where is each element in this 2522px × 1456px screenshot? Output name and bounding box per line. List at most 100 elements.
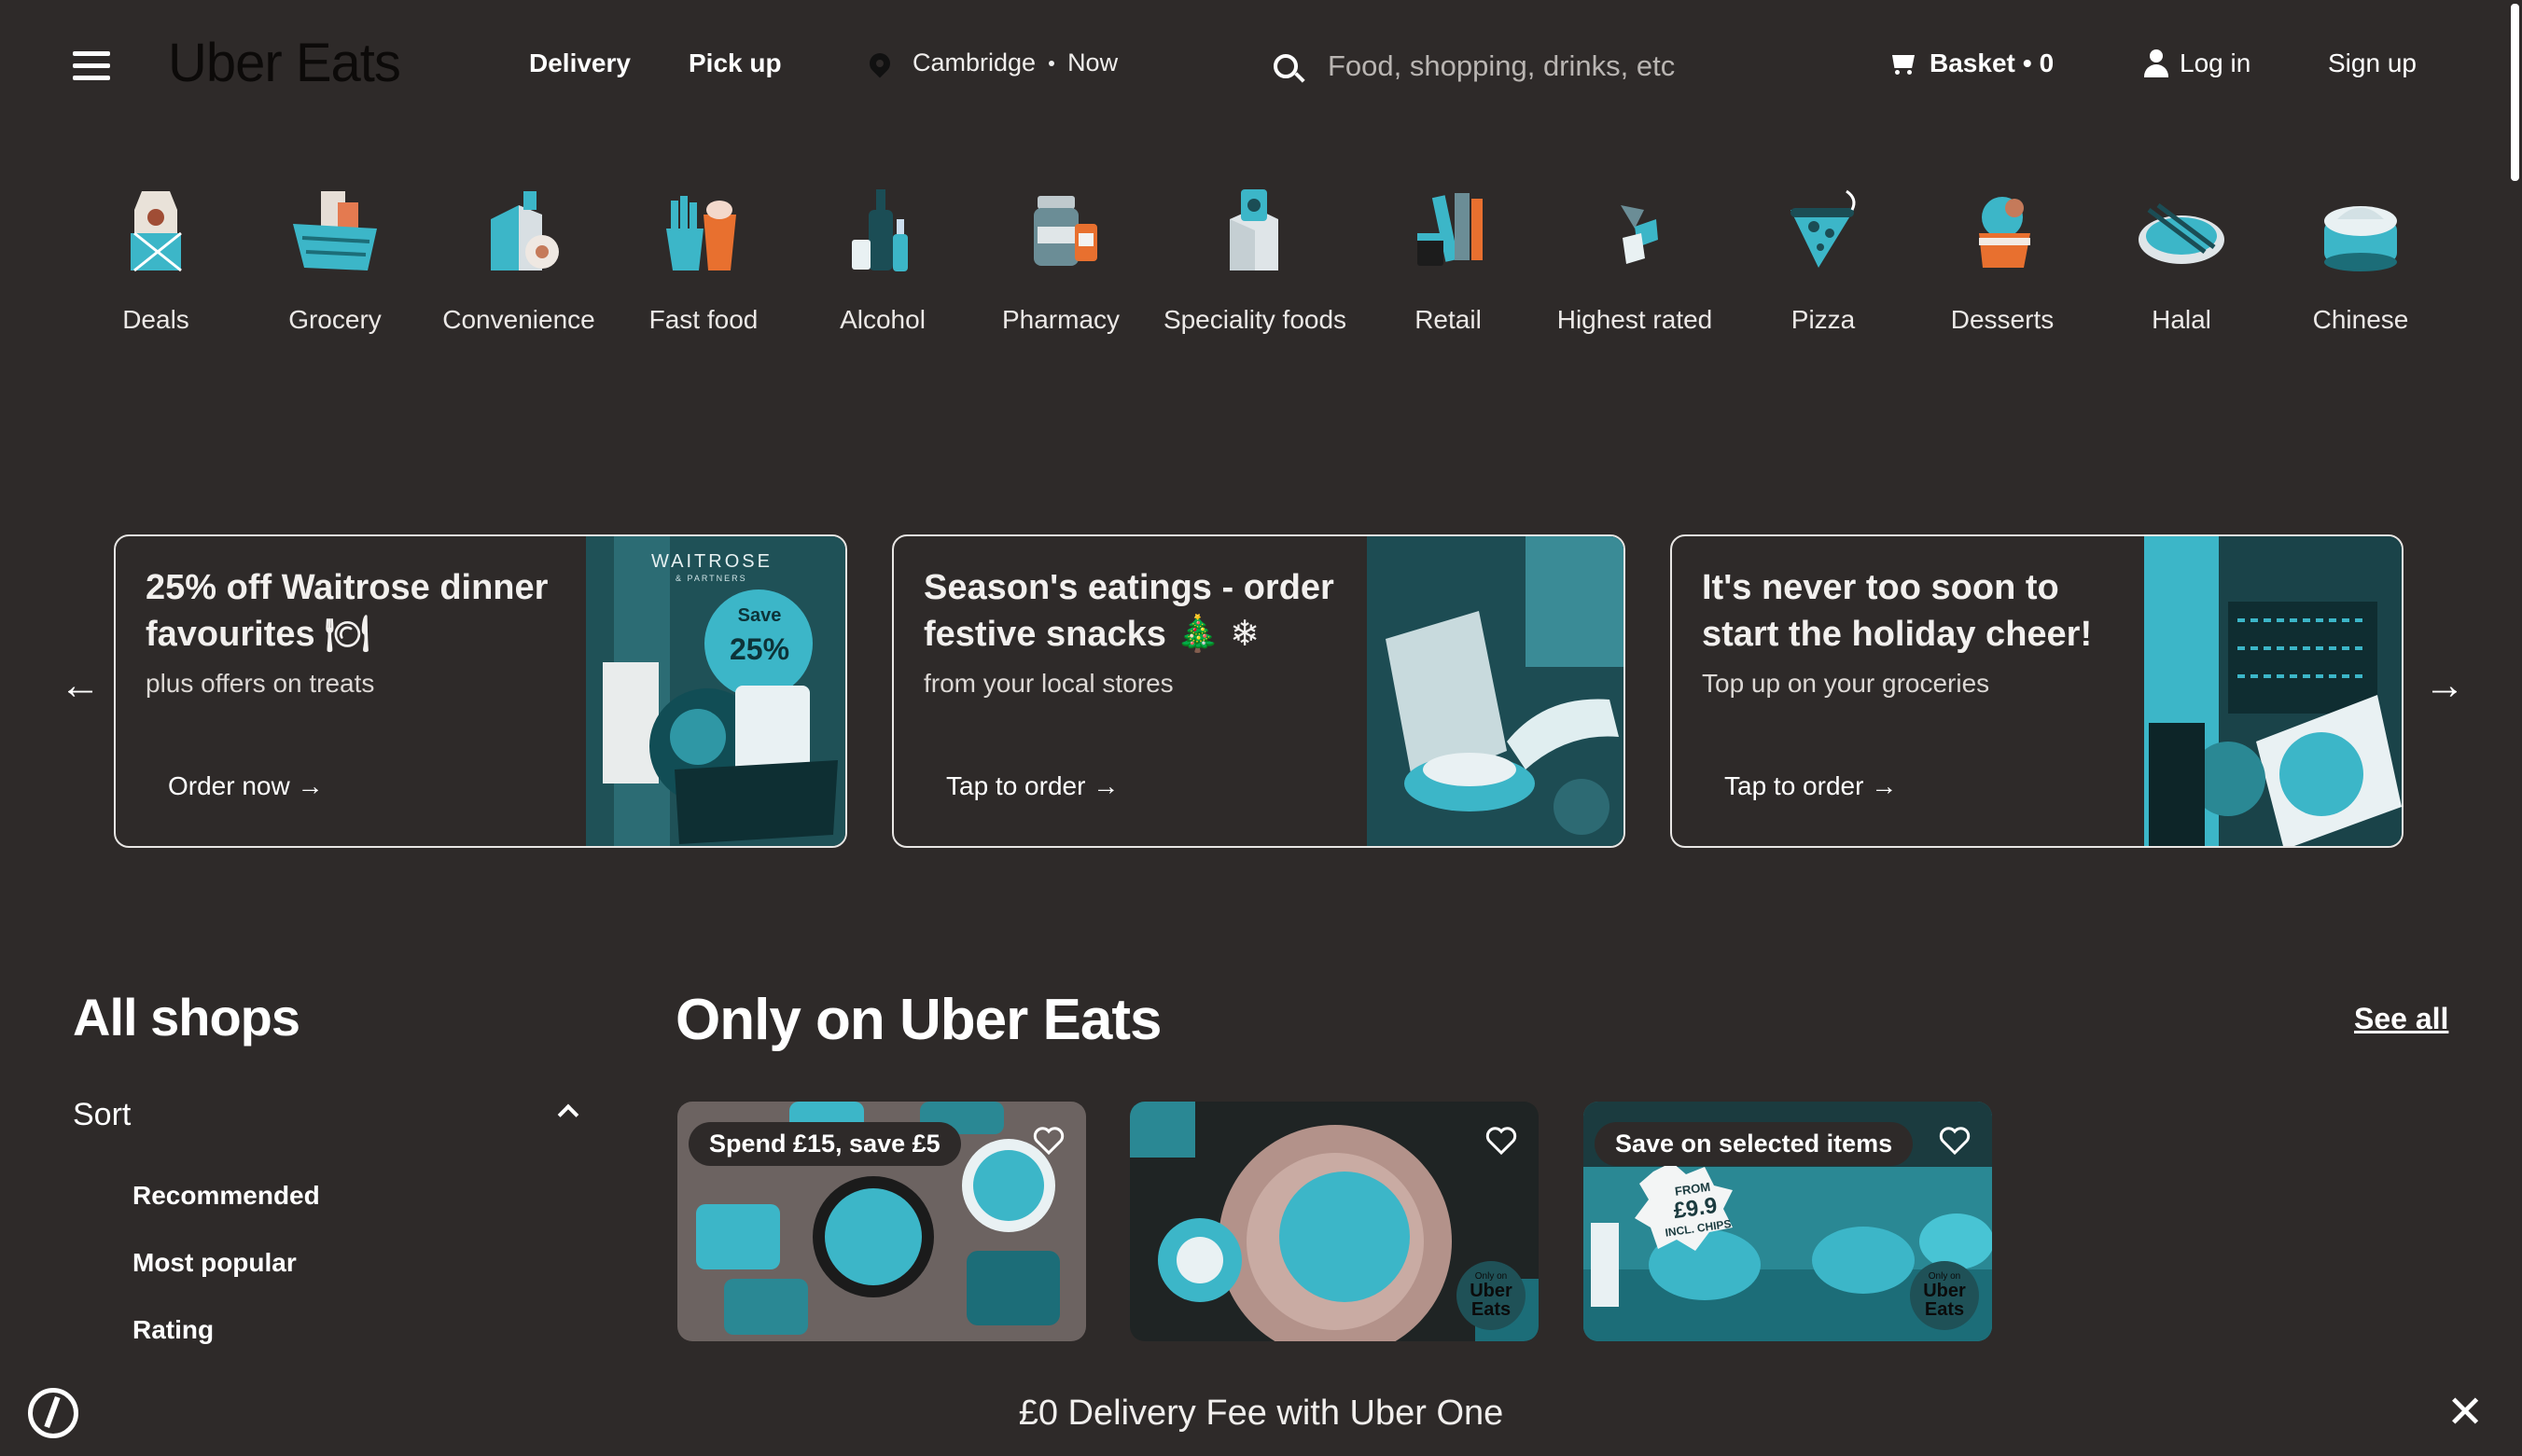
convenience-icon — [467, 182, 570, 284]
store-tile[interactable]: Only on Uber Eats — [1130, 1102, 1539, 1341]
chevron-up-icon[interactable] — [557, 1103, 579, 1126]
location-pin-icon — [865, 48, 895, 78]
uber-eats-page: Uber Eats Delivery Pick up Cambridge Now… — [0, 0, 2522, 1456]
waitrose-promo-image: WAITROSE & PARTNERS Save 25% — [586, 536, 845, 846]
log-in-label: Log in — [2180, 49, 2251, 77]
category-label: Speciality foods — [1163, 305, 1347, 334]
grocery-basket-icon — [284, 182, 386, 284]
user-icon — [2144, 49, 2168, 77]
category-speciality-foods[interactable]: Speciality foods — [1162, 182, 1348, 335]
promo-card-subtitle: plus offers on treats — [146, 669, 375, 698]
close-icon[interactable]: ✕ — [2446, 1386, 2484, 1438]
basket-separator: • — [2022, 49, 2032, 77]
halal-icon — [2130, 182, 2233, 284]
promo-card-festive-snacks[interactable]: Season's eatings - order festive snacks … — [892, 534, 1625, 848]
carousel-next-arrow-icon[interactable]: → — [2424, 662, 2465, 709]
category-desserts[interactable]: Desserts — [1909, 182, 2096, 335]
search-input[interactable] — [1328, 49, 1832, 83]
category-label: Pizza — [1790, 305, 1856, 334]
category-label: Pharmacy — [1001, 305, 1121, 334]
hamburger-menu-icon[interactable] — [73, 51, 110, 81]
store-tile[interactable]: FROM £9.9 INCL. CHIPS Save on selected i… — [1583, 1102, 1992, 1341]
only-on-uber-eats-badge: Only on Uber Eats — [1456, 1261, 1526, 1330]
only-on-uber-eats-badge: Only on Uber Eats — [1910, 1261, 1979, 1330]
sort-option-rating[interactable]: Rating — [132, 1315, 214, 1345]
category-row: Deals Grocery Convenience Fast food Alco… — [0, 182, 2522, 387]
category-label: Fast food — [648, 305, 759, 334]
category-convenience[interactable]: Convenience — [425, 182, 612, 335]
category-pharmacy[interactable]: Pharmacy — [968, 182, 1154, 335]
all-shops-heading: All shops — [73, 988, 300, 1047]
basket-button[interactable]: Basket • 0 — [1888, 49, 2054, 78]
category-retail[interactable]: Retail — [1355, 182, 1541, 335]
tap-to-order-button[interactable]: Tap to order → — [946, 771, 1119, 801]
promo-pill: Save on selected items — [1595, 1122, 1914, 1166]
store-tile[interactable]: Spend £15, save £5 — [677, 1102, 1086, 1341]
uber-eats-logo[interactable]: Uber Eats — [168, 32, 401, 94]
promo-card-waitrose[interactable]: 25% off Waitrose dinner favourites 🍽 plu… — [114, 534, 847, 848]
search-bar[interactable] — [1274, 37, 1852, 95]
pizza-icon — [1772, 182, 1874, 284]
waitrose-brand-sub: & PARTNERS — [676, 574, 747, 583]
deals-icon — [105, 182, 207, 284]
carousel-prev-arrow-icon[interactable]: ← — [60, 662, 101, 709]
sign-up-button[interactable]: Sign up — [2328, 49, 2417, 78]
category-alcohol[interactable]: Alcohol — [789, 182, 976, 335]
log-in-button[interactable]: Log in — [2144, 49, 2250, 78]
location-selector[interactable]: Cambridge Now — [865, 48, 1118, 78]
category-label: Alcohol — [840, 305, 926, 334]
separator-dot — [1049, 60, 1055, 66]
category-label: Grocery — [288, 305, 382, 334]
pharmacy-icon — [1010, 182, 1112, 284]
section-title: Only on Uber Eats — [676, 988, 1162, 1052]
location-name: Cambridge — [913, 49, 1037, 76]
category-grocery[interactable]: Grocery — [242, 182, 428, 335]
promo-card-title: Season's eatings - order festive snacks … — [924, 568, 1334, 654]
basket-count: 0 — [2039, 49, 2055, 77]
category-label: Retail — [1414, 305, 1482, 334]
save-badge-value: 25% — [729, 632, 790, 666]
chinese-dumplings-icon — [2309, 182, 2412, 284]
waitrose-brand: WAITROSE — [651, 551, 773, 572]
category-label: Convenience — [442, 305, 595, 334]
promo-card-subtitle: from your local stores — [924, 669, 1174, 698]
tab-delivery[interactable]: Delivery — [529, 49, 631, 78]
highest-rated-icon — [1583, 182, 1686, 284]
sort-option-recommended[interactable]: Recommended — [132, 1181, 320, 1211]
cart-icon — [1888, 52, 1916, 75]
favorite-heart-icon[interactable] — [1032, 1124, 1066, 1158]
promo-card-holiday-cheer[interactable]: It's never too soon to start the holiday… — [1670, 534, 2404, 848]
promo-card-title: It's never too soon to start the holiday… — [1702, 568, 2093, 654]
sort-toggle[interactable]: Sort — [73, 1097, 131, 1133]
desserts-icon — [1951, 182, 2054, 284]
promo-card-subtitle: Top up on your groceries — [1702, 669, 1990, 698]
order-now-button[interactable]: Order now → — [168, 771, 324, 801]
tab-pick-up[interactable]: Pick up — [689, 49, 782, 78]
uber-one-banner[interactable]: £0 Delivery Fee with Uber One ✕ — [0, 1371, 2522, 1456]
category-fast-food[interactable]: Fast food — [610, 182, 797, 335]
speciality-foods-icon — [1204, 182, 1306, 284]
category-pizza[interactable]: Pizza — [1730, 182, 1916, 335]
fast-food-icon — [652, 182, 755, 284]
save-badge-label: Save — [737, 605, 782, 626]
category-halal[interactable]: Halal — [2088, 182, 2275, 335]
festive-snacks-image — [1367, 536, 1623, 846]
category-label: Desserts — [1950, 305, 2055, 334]
basket-label: Basket — [1930, 49, 2015, 77]
retail-icon — [1397, 182, 1499, 284]
holiday-groceries-image — [2144, 536, 2402, 846]
category-deals[interactable]: Deals — [63, 182, 249, 335]
search-icon — [1274, 54, 1298, 78]
category-chinese[interactable]: Chinese — [2267, 182, 2454, 335]
see-all-link[interactable]: See all — [2354, 1002, 2448, 1036]
sort-option-most-popular[interactable]: Most popular — [132, 1248, 297, 1278]
badge-text: Uber Eats — [1470, 1281, 1512, 1320]
category-highest-rated[interactable]: Highest rated — [1541, 182, 1728, 335]
promo-pill: Spend £15, save £5 — [689, 1122, 961, 1166]
category-label: Halal — [2152, 305, 2211, 334]
favorite-heart-icon[interactable] — [1938, 1124, 1972, 1158]
scrollbar[interactable] — [2508, 0, 2522, 187]
tap-to-order-button[interactable]: Tap to order → — [1724, 771, 1897, 801]
favorite-heart-icon[interactable] — [1484, 1124, 1518, 1158]
uber-one-banner-text: £0 Delivery Fee with Uber One — [1018, 1394, 1504, 1433]
